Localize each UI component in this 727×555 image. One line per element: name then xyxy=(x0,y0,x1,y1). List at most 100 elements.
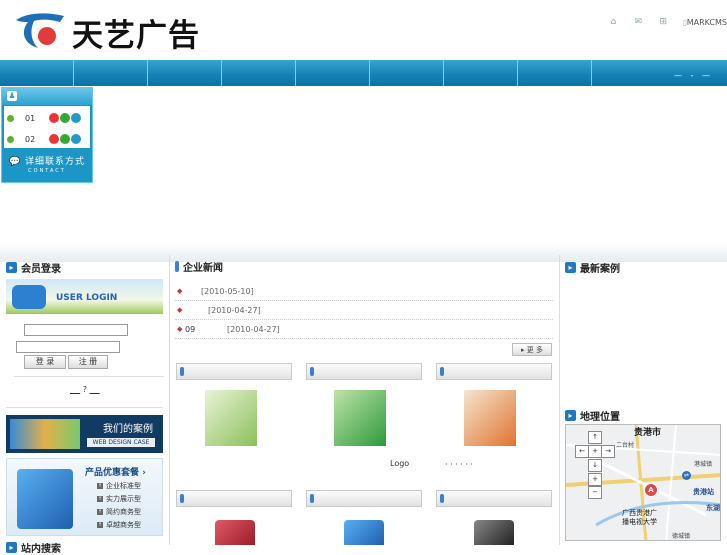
location-map[interactable]: ↑ ← + → ↓ + − 贵港市 二台村 港城镇 ⇌ 贵港站 东湖 A 广西贵… xyxy=(565,424,721,541)
pin-icon xyxy=(440,494,444,503)
chat-icon: 💬 xyxy=(8,157,22,167)
nav-item-3[interactable] xyxy=(148,60,222,86)
location-title: ▸ 地理位置 xyxy=(565,408,620,423)
qq-icon[interactable] xyxy=(49,113,59,123)
package-item[interactable]: ↑ 企业标准型 xyxy=(97,481,141,491)
pan-up-button[interactable]: ↑ xyxy=(588,431,602,444)
nav-item-7[interactable] xyxy=(444,60,518,86)
bar-icon xyxy=(175,261,179,272)
qq-icon[interactable] xyxy=(49,134,59,144)
home-icon[interactable]: ⌂ xyxy=(608,17,619,27)
package-panel: 产品优惠套餐 › ↑ 企业标准型 ↑ 实力展示型 ↑ 简约商务型 ↑ 卓越商务型 xyxy=(6,458,163,536)
section-title: 最新案例 xyxy=(580,264,620,275)
nav-item-2[interactable] xyxy=(74,60,148,86)
pin-icon xyxy=(440,367,444,376)
news-date: [2010-05-10] xyxy=(201,286,254,296)
skype-icon[interactable] xyxy=(71,113,81,123)
zoom-out-button[interactable]: − xyxy=(588,486,602,499)
caption-dots: · · · · · · xyxy=(445,460,473,469)
zoom-in-button[interactable]: + xyxy=(588,473,602,486)
ie-logo-icon xyxy=(12,285,46,309)
contact-footer[interactable]: 💬 详细联系方式 CONTACT xyxy=(2,154,92,174)
nav-item-1[interactable] xyxy=(0,60,74,86)
pin-icon xyxy=(180,367,184,376)
more-button[interactable]: ▸ 更 多 xyxy=(512,343,552,356)
news-row[interactable]: ◆ 09 [2010-04-27] xyxy=(175,320,553,339)
logo-text: 天艺广告 xyxy=(72,18,200,54)
register-button[interactable]: 注 册 xyxy=(68,355,108,369)
qq-row[interactable]: 02 xyxy=(4,132,90,146)
map-label: 广西贵港广 播电视大学 xyxy=(622,509,657,526)
pan-right-button[interactable]: → xyxy=(601,445,615,458)
arrow-icon: ▸ xyxy=(565,262,576,273)
product-box-icon[interactable] xyxy=(464,390,516,446)
package-item[interactable]: ↑ 卓越商务型 xyxy=(97,520,141,530)
pin-icon xyxy=(180,494,184,503)
case-collage xyxy=(10,419,80,449)
bullet-icon: ◆ xyxy=(177,325,183,333)
login-button[interactable]: 登 录 xyxy=(24,355,66,369)
map-marker-icon[interactable]: A xyxy=(644,483,658,497)
news-title: 企业新闻 xyxy=(175,259,223,274)
logo-caption: Logo xyxy=(390,459,410,468)
password-input[interactable] xyxy=(16,341,120,353)
qq-row[interactable]: 01 xyxy=(4,111,90,125)
nav-item-4[interactable] xyxy=(222,60,296,86)
news-row[interactable]: ◆ [2010-04-27] xyxy=(175,301,553,320)
news-title-text: 09 xyxy=(185,324,196,334)
msn-icon[interactable] xyxy=(60,113,70,123)
section-title: 地理位置 xyxy=(580,412,620,423)
qq-number: 02 xyxy=(25,134,36,144)
msn-icon[interactable] xyxy=(60,134,70,144)
pan-down-button[interactable]: ↓ xyxy=(588,459,602,472)
product-box-icon[interactable] xyxy=(215,520,255,545)
product-box-icon[interactable] xyxy=(344,520,384,545)
product-box-icon[interactable] xyxy=(474,520,514,545)
qq-float-panel: ♟ 01 02 💬 详细联系方式 CONTACT xyxy=(1,87,93,183)
brand-link[interactable]: ▯MARKCMS xyxy=(683,18,727,27)
contact-label: 详细联系方式 xyxy=(25,157,86,167)
zoom-in-button[interactable]: + xyxy=(588,445,602,458)
case-banner-sub: WEB DESIGN CASE xyxy=(87,438,155,447)
product-box-icon[interactable] xyxy=(205,390,257,446)
product-tab[interactable] xyxy=(306,363,422,380)
nav-item-8[interactable] xyxy=(518,60,592,86)
divider xyxy=(14,376,164,377)
news-row[interactable]: ◆ [2010-05-10] xyxy=(175,282,553,301)
news-date: [2010-04-27] xyxy=(227,324,280,334)
bullet-icon: ◆ xyxy=(177,287,183,295)
product-tab[interactable] xyxy=(436,363,552,380)
sitemap-icon[interactable]: ⊞ xyxy=(658,17,669,27)
nav-item-6[interactable] xyxy=(370,60,444,86)
qq-panel-header: ♟ xyxy=(2,88,92,105)
banner-text: USER LOGIN xyxy=(56,293,118,303)
map-label: 东湖 xyxy=(706,504,720,512)
package-item[interactable]: ↑ 实力展示型 xyxy=(97,494,141,504)
package-item[interactable]: ↑ 简约商务型 xyxy=(97,507,141,517)
pin-icon xyxy=(310,367,314,376)
pan-left-button[interactable]: ← xyxy=(575,445,589,458)
product-tab[interactable] xyxy=(176,363,292,380)
section-title: 企业新闻 xyxy=(183,263,223,274)
news-date: [2010-04-27] xyxy=(208,305,261,315)
product-tab[interactable] xyxy=(176,490,292,507)
product-box-icon[interactable] xyxy=(334,390,386,446)
mail-icon[interactable]: ✉ xyxy=(633,17,644,27)
section-title: 站内搜索 xyxy=(21,544,61,555)
arrow-icon: ↑ xyxy=(97,509,103,515)
arrow-icon: ▸ xyxy=(6,542,17,553)
latest-cases-title: ▸ 最新案例 xyxy=(565,260,620,275)
case-banner[interactable]: 我们的案例 WEB DESIGN CASE xyxy=(6,415,163,453)
nav-item-5[interactable] xyxy=(296,60,370,86)
arrow-icon: ↑ xyxy=(97,496,103,502)
product-tab[interactable] xyxy=(436,490,552,507)
skype-icon[interactable] xyxy=(71,134,81,144)
username-input[interactable] xyxy=(24,324,128,336)
product-tab[interactable] xyxy=(306,490,422,507)
member-login-title: ▸ 会员登录 xyxy=(6,260,61,275)
nav-right-text: — - — xyxy=(674,71,713,80)
user-login-banner: USER LOGIN xyxy=(6,279,163,314)
site-search-title: ▸ 站内搜索 xyxy=(6,540,61,555)
forgot-password-link[interactable]: ? xyxy=(70,385,100,394)
map-label: 港城镇 xyxy=(694,461,713,468)
